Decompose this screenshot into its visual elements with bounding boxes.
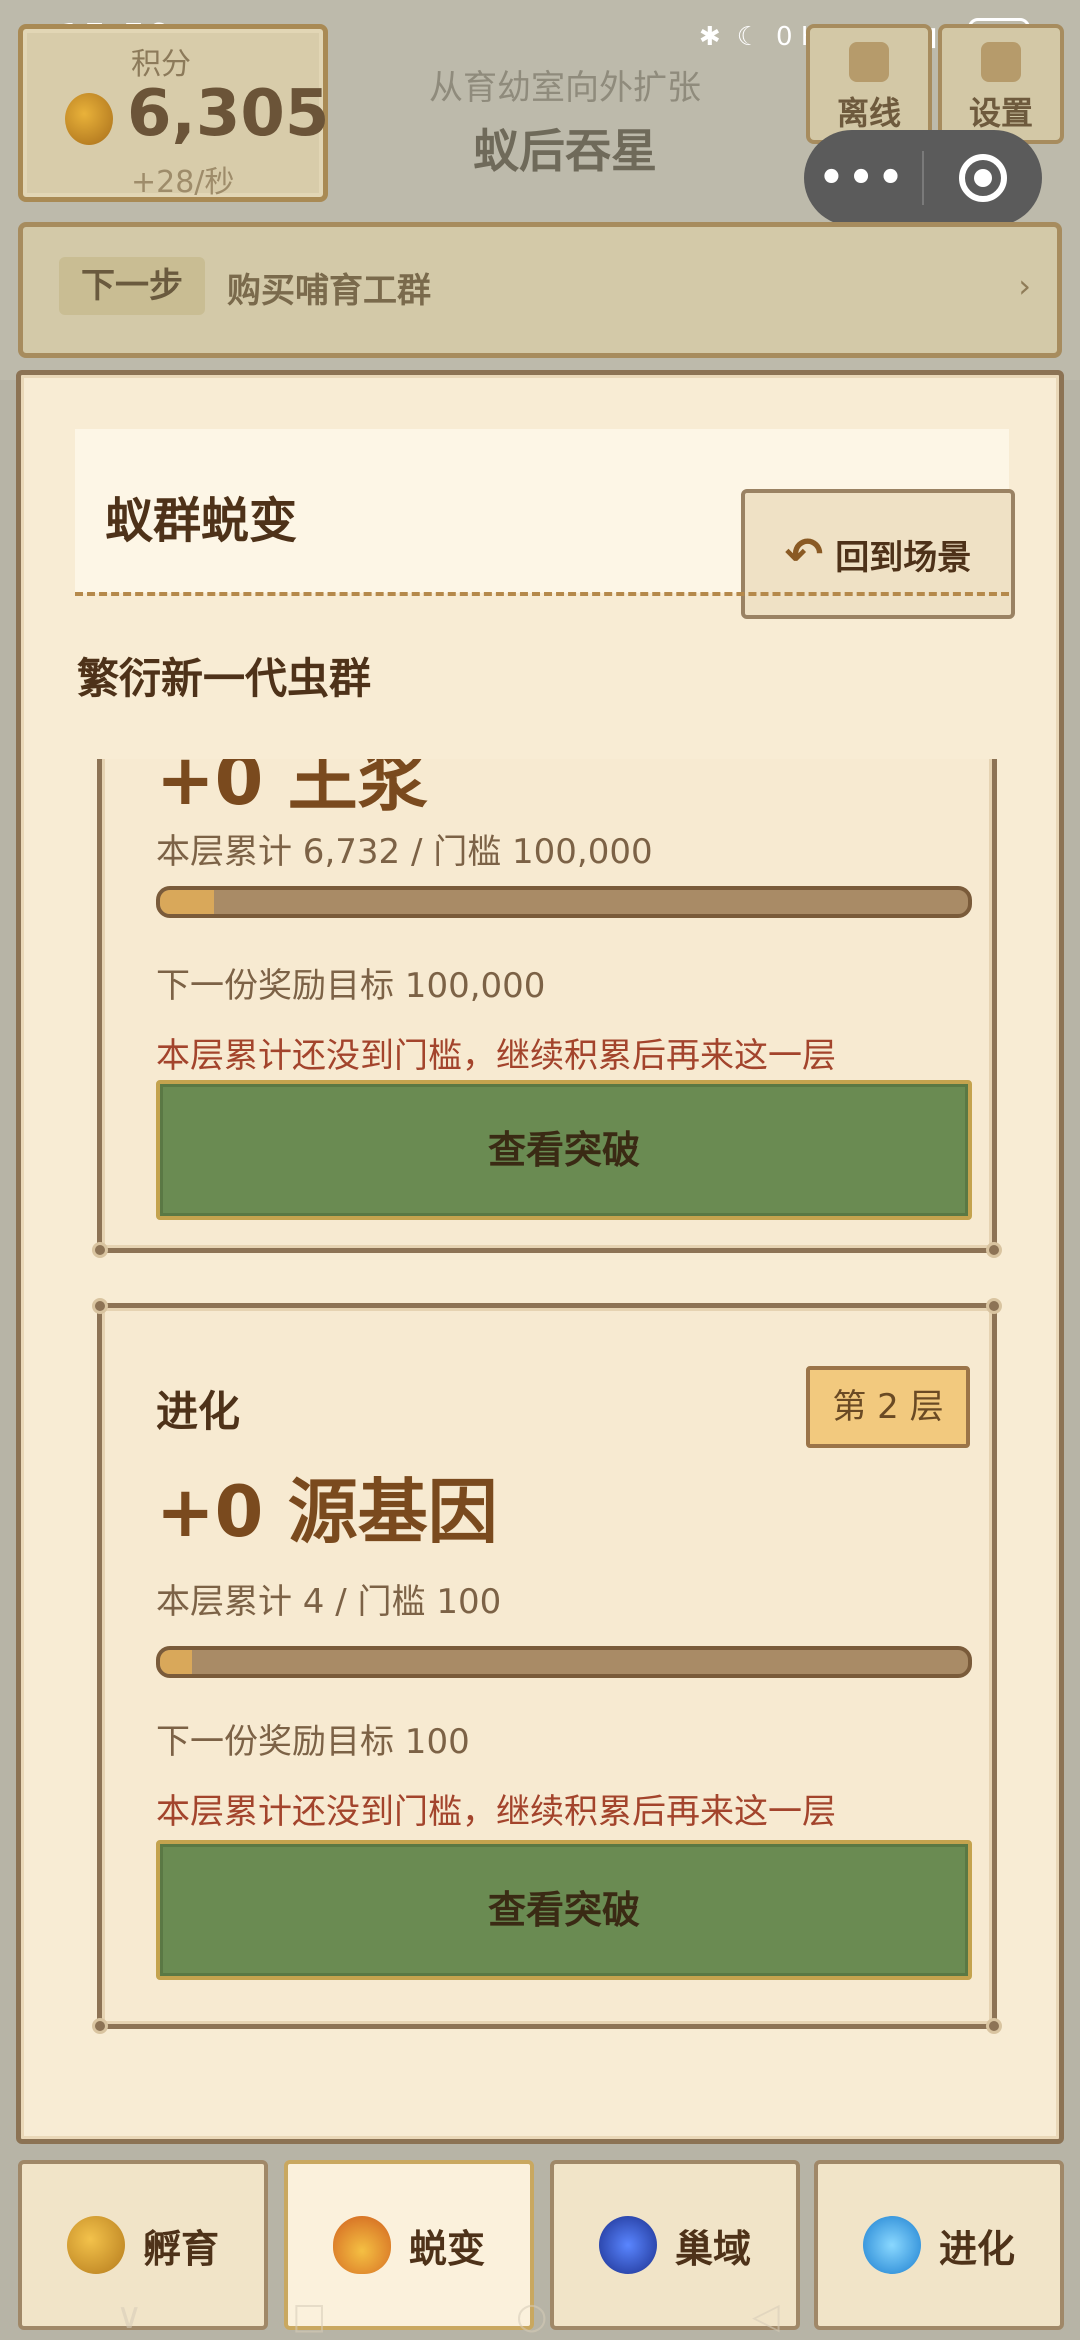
score-rate: +28/秒 [131, 165, 235, 200]
vortex-icon [862, 2216, 921, 2274]
return-arrow-icon: ↶ [784, 527, 824, 581]
blue-swirl-icon [598, 2216, 657, 2274]
system-navigation: ∨ □ ○ ◁ [0, 2296, 1080, 2340]
offline-label: 离线 [836, 94, 901, 132]
next-step-bar[interactable]: 下一步 购买哺育工群 › [18, 222, 1062, 358]
cards-scroll-area[interactable]: +0 王浆 本层累计 6,732 / 门槛 100,000 下一份奖励目标 10… [77, 759, 1013, 2063]
flame-icon [332, 2216, 391, 2274]
score-panel: 积分 6,305 +28/秒 [18, 24, 330, 202]
settings-button[interactable]: 设置 [938, 24, 1064, 144]
close-miniprogram-button[interactable] [924, 154, 1042, 202]
next-step-tag: 下一步 [59, 257, 205, 315]
section-title: 繁衍新一代虫群 [77, 654, 372, 703]
moon-icon: ☾ [736, 22, 760, 52]
tab-nest-domain-label: 巢域 [674, 2226, 751, 2271]
card-accumulated-stat: 本层累计 6,732 / 门槛 100,000 [156, 832, 653, 872]
game-title: 蚁后吞星 [473, 124, 657, 178]
corner-rivet [92, 1242, 108, 1258]
back-icon[interactable]: ◁ [752, 2296, 780, 2337]
settings-label: 设置 [968, 94, 1033, 132]
game-subtitle: 从育幼室向外扩张 [429, 68, 701, 108]
corner-rivet [986, 1242, 1002, 1258]
metamorphosis-panel: 蚁群蜕变 ↶ 回到场景 繁衍新一代虫群 +0 王浆 本层累计 6,732 / 门… [16, 370, 1064, 2144]
corner-rivet [986, 1298, 1002, 1314]
dashed-divider [75, 592, 1009, 596]
breakthrough-card-royal-jelly: +0 王浆 本层累计 6,732 / 门槛 100,000 下一份奖励目标 10… [92, 759, 1002, 1258]
card-name: 进化 [156, 1387, 241, 1436]
back-to-scene-button[interactable]: ↶ 回到场景 [741, 489, 1015, 619]
target-icon [959, 154, 1007, 202]
corner-rivet [92, 2018, 108, 2034]
score-value: 6,305 [127, 77, 330, 151]
corner-rivet [92, 1298, 108, 1314]
game-title-block: 从育幼室向外扩张 蚁后吞星 [400, 60, 730, 181]
bluetooth-icon: ✱ [698, 22, 721, 52]
panel-header: 蚁群蜕变 ↶ 回到场景 [75, 429, 1015, 619]
panel-title: 蚁群蜕变 [105, 493, 298, 549]
card-accumulated-stat: 本层累计 4 / 门槛 100 [156, 1582, 502, 1622]
card-next-target: 下一份奖励目标 100 [156, 1722, 470, 1762]
tab-metamorphosis-label: 蜕变 [408, 2226, 485, 2271]
card-progress-fill [160, 890, 215, 914]
gear-icon [981, 42, 1021, 82]
home-icon[interactable]: ○ [516, 2296, 547, 2337]
back-to-scene-label: 回到场景 [835, 537, 972, 578]
offline-button[interactable]: 离线 [806, 24, 932, 144]
card-hint: 本层累计还没到门槛，继续积累后再来这一层 [156, 1792, 836, 1832]
card-progress-bar [156, 1646, 972, 1678]
tab-evolution-label: 进化 [938, 2226, 1015, 2271]
collapse-icon[interactable]: ∨ [116, 2296, 142, 2337]
card-next-target: 下一份奖励目标 100,000 [156, 966, 546, 1006]
scroll-icon [849, 42, 889, 82]
layer-badge: 第 2 层 [806, 1366, 970, 1448]
card-reward: +0 王浆 [156, 759, 428, 821]
card-reward: +0 源基因 [156, 1471, 498, 1553]
tab-incubate-label: 孵育 [142, 2226, 219, 2271]
next-step-text: 购买哺育工群 [227, 271, 431, 311]
card-progress-bar [156, 886, 972, 918]
view-breakthrough-button[interactable]: 查看突破 [156, 1840, 972, 1980]
recent-apps-icon[interactable]: □ [292, 2296, 326, 2337]
golden-fruit-icon [66, 2216, 125, 2274]
miniprogram-capsule: ••• [804, 130, 1042, 226]
breakthrough-card-evolution: 进化 第 2 层 +0 源基因 本层累计 4 / 门槛 100 下一份奖励目标 … [92, 1298, 1002, 2034]
card-progress-fill [160, 1650, 193, 1674]
view-breakthrough-button[interactable]: 查看突破 [156, 1080, 972, 1220]
more-options-button[interactable]: ••• [804, 155, 922, 201]
chevron-right-icon: › [1018, 267, 1031, 305]
card-hint: 本层累计还没到门槛，继续积累后再来这一层 [156, 1036, 836, 1076]
corner-rivet [986, 2018, 1002, 2034]
golden-fruit-icon [65, 93, 113, 145]
